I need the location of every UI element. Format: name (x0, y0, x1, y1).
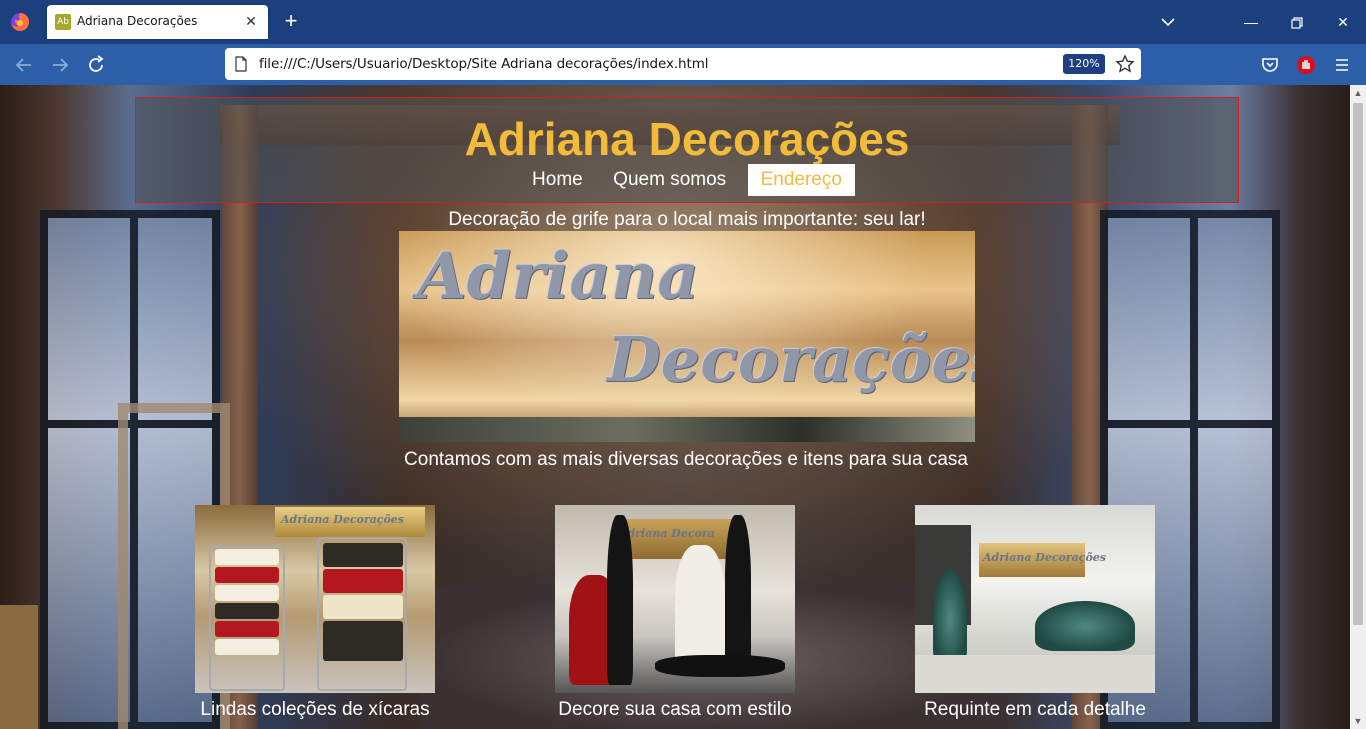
pocket-icon[interactable] (1258, 53, 1282, 77)
bookmark-star-icon[interactable] (1115, 54, 1135, 74)
hero-sign-line1: Adriana (417, 239, 699, 314)
close-tab-icon[interactable]: ✕ (242, 12, 260, 30)
card-caption-cups: Lindas coleções de xícaras (200, 699, 430, 720)
page-document-icon (235, 56, 247, 72)
close-window-icon[interactable]: ✕ (1320, 0, 1366, 44)
extension-red-hand-icon[interactable] (1294, 53, 1318, 77)
back-arrow-icon[interactable] (12, 53, 36, 77)
browser-tab-active[interactable]: Ab Adriana Decorações ✕ (47, 5, 268, 39)
nav-link-quem-somos[interactable]: Quem somos (600, 164, 739, 196)
nav-link-endereco[interactable]: Endereço (747, 164, 855, 196)
zoom-level-badge[interactable]: 120% (1063, 54, 1105, 74)
page-scrollbar[interactable]: ▲ ▼ (1350, 85, 1366, 729)
scrollbar-thumb[interactable] (1353, 103, 1363, 625)
glass-decor-image: Adriana Decorações (915, 505, 1155, 693)
reload-icon[interactable] (84, 53, 108, 77)
browser-tab-strip: Ab Adriana Decorações ✕ + — ✕ (0, 0, 1366, 44)
nav-link-home[interactable]: Home (519, 164, 596, 196)
card-caption-glass: Requinte em cada detalhe (924, 699, 1146, 720)
tagline: Decoração de grife para o local mais imp… (448, 209, 926, 230)
url-text[interactable]: file:///C:/Users/Usuario/Desktop/Site Ad… (259, 56, 709, 72)
hero-store-sign-image: Adriana Decorações (399, 231, 975, 442)
scroll-down-arrow-icon[interactable]: ▼ (1350, 713, 1366, 729)
address-bar[interactable]: file:///C:/Users/Usuario/Desktop/Site Ad… (225, 48, 1141, 80)
statues-sign-text: Adriana Decora (619, 527, 715, 540)
dancing-statues-image: Adriana Decora (555, 505, 795, 693)
site-title: Adriana Decorações (464, 113, 910, 165)
forward-arrow-icon[interactable] (48, 53, 72, 77)
list-all-tabs-chevron-icon[interactable] (1158, 12, 1178, 32)
browser-navigation-toolbar: file:///C:/Users/Usuario/Desktop/Site Ad… (0, 44, 1366, 85)
background-dresser (0, 605, 40, 729)
hamburger-menu-icon[interactable] (1330, 53, 1354, 77)
firefox-logo-icon[interactable] (8, 10, 32, 34)
site-favicon-icon: Ab (55, 14, 71, 30)
minimize-window-icon[interactable]: — (1228, 0, 1274, 44)
card-caption-statues: Decore sua casa com estilo (558, 699, 792, 720)
page-viewport: Adriana Decorações Home Quem somos Ender… (0, 85, 1350, 729)
site-header: Adriana Decorações Home Quem somos Ender… (135, 97, 1239, 203)
restore-window-icon[interactable] (1274, 0, 1320, 44)
scroll-up-arrow-icon[interactable]: ▲ (1350, 85, 1366, 101)
site-navigation: Home Quem somos Endereço (136, 164, 1238, 196)
tab-title: Adriana Decorações (77, 14, 198, 28)
hero-sign-line2: Decorações (607, 323, 975, 396)
new-tab-plus-icon[interactable]: + (280, 10, 302, 32)
cups-collection-image: Adriana Decorações (195, 505, 435, 693)
hero-caption: Contamos com as mais diversas decorações… (404, 449, 968, 470)
cups-sign-text: Adriana Decorações (281, 513, 405, 526)
glass-sign-text: Adriana Decorações (983, 551, 1107, 564)
